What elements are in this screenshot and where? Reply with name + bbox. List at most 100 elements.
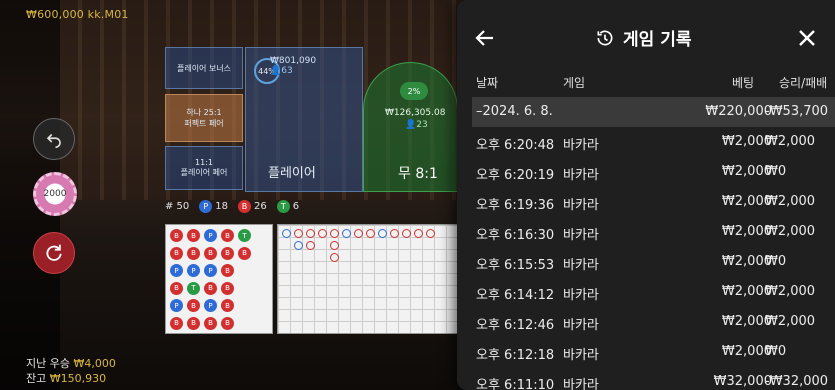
history-game: 바카라 — [563, 138, 599, 153]
bead-road-cell: B — [204, 316, 217, 330]
column-bet: 베팅 — [732, 76, 755, 90]
balance-row: 잔고 ₩150,930 — [26, 371, 116, 386]
bead-road-cell — [238, 299, 251, 312]
balance-value: ₩150,930 — [49, 372, 107, 385]
big-road[interactable] — [277, 224, 459, 334]
tie-wins-count: 6 — [292, 201, 300, 212]
repeat-button[interactable] — [33, 232, 75, 274]
bead-road-cell — [255, 264, 268, 277]
history-game: 바카라 — [563, 168, 599, 183]
history-game: 바카라 — [563, 228, 599, 243]
history-row[interactable]: 오후 6:19:36 바카라 ₩2,000 ₩2,000 — [472, 187, 835, 217]
history-winloss: ₩2,000 — [765, 134, 816, 149]
history-date: 오후 6:15:53 — [476, 258, 555, 273]
bet-odds: 11:1 — [195, 158, 213, 167]
bead-road-cell: B — [187, 316, 200, 330]
bet-player-pair[interactable]: 11:1 플레이어 페어 — [165, 146, 243, 190]
history-date-group-row[interactable]: –2024. 6. 8. ₩220,000 -₩53,700 — [472, 97, 835, 127]
big-road-mark — [330, 229, 339, 238]
player-label: 플레이어 — [268, 166, 316, 181]
big-road-mark — [342, 229, 351, 238]
bead-road-cell — [255, 317, 268, 330]
panel-title: 게임 기록 — [623, 30, 692, 50]
history-date: –2024. 6. 8. — [476, 104, 553, 119]
panel-header: 게임 기록 — [457, 22, 835, 54]
bet-perfect-pair[interactable]: 하나 25:1 퍼펙트 페어 — [165, 94, 243, 142]
player-count-row: 👤63 — [270, 66, 316, 76]
bead-road-cell: B — [187, 246, 200, 260]
bead-road-cell: B — [221, 246, 234, 260]
bead-road-cell: B — [238, 246, 251, 260]
player-amount: ₩801,090 — [270, 56, 317, 66]
player-wins: P 18 — [199, 200, 228, 213]
history-row[interactable]: 오후 6:20:48 바카라 ₩2,000 ₩2,000 — [472, 127, 835, 157]
history-date: 오후 6:20:19 — [476, 168, 555, 183]
bead-road-cell: B — [170, 281, 183, 295]
bead-road-cell: B — [221, 316, 234, 330]
history-game: 바카라 — [563, 258, 599, 273]
history-row[interactable]: 오후 6:11:10 바카라 ₩32,000 -₩32,000 — [472, 367, 835, 390]
history-row[interactable]: 오후 6:15:53 바카라 ₩2,000 ₩0 — [472, 247, 835, 277]
last-win-label: 지난 우승 — [26, 357, 70, 370]
big-road-mark — [354, 229, 363, 238]
history-winloss: ₩2,000 — [765, 224, 816, 239]
bead-road-cell: B — [187, 229, 200, 242]
history-winloss: -₩53,700 — [765, 104, 829, 119]
big-road-mark — [390, 229, 399, 238]
banker-wins: B 26 — [238, 200, 267, 213]
user-icon: 👤 — [405, 120, 417, 130]
column-winloss: 승리/패배 — [779, 76, 828, 90]
close-button[interactable] — [795, 26, 819, 50]
bead-road-cell — [255, 229, 268, 242]
history-row[interactable]: 오후 6:16:30 바카라 ₩2,000 ₩2,000 — [472, 217, 835, 247]
history-winloss: ₩0 — [765, 254, 787, 269]
bet-label: 퍼펙트 페어 — [184, 119, 224, 128]
history-row[interactable]: 오후 6:12:46 바카라 ₩2,000 ₩2,000 — [472, 307, 835, 337]
bead-road-cell: B — [221, 264, 234, 277]
bet-label: 플레이어 페어 — [180, 168, 228, 177]
bet-label: 플레이어 보너스 — [176, 63, 232, 73]
bead-road-cell — [238, 317, 251, 330]
history-game: 바카라 — [563, 348, 599, 363]
history-date: 오후 6:12:18 — [476, 348, 555, 363]
history-row[interactable]: 오후 6:20:19 바카라 ₩2,000 ₩0 — [472, 157, 835, 187]
game-history-panel: 게임 기록 날짜 게임 베팅 승리/패배 –2024. 6. 8. ₩220,00… — [457, 0, 835, 390]
bet-player-bonus[interactable]: 플레이어 보너스 — [165, 47, 243, 89]
bead-road[interactable]: BBPBTBBBBBPPPBBTBBPBPBBBBB — [165, 224, 273, 334]
history-date: 오후 6:19:36 — [476, 198, 555, 213]
total-rounds: # 50 — [165, 201, 190, 212]
bead-road-cell — [255, 299, 268, 312]
big-road-mark — [366, 229, 375, 238]
last-win-value: ₩4,000 — [73, 357, 116, 370]
road-stats: # 50 P 18 B 26 T6 — [165, 200, 299, 213]
bead-road-cell: P — [204, 264, 217, 277]
close-icon — [799, 30, 815, 46]
bead-road-cell: B — [170, 229, 183, 242]
top-balance: ₩600,000 kk.M01 — [26, 8, 129, 21]
bead-road-cell: B — [170, 316, 183, 330]
undo-icon — [46, 133, 61, 148]
history-game: 바카라 — [563, 288, 599, 303]
back-button[interactable] — [473, 26, 497, 50]
history-bet: ₩32,000 — [713, 374, 772, 389]
bead-road-cell: T — [238, 229, 251, 242]
undo-button[interactable] — [33, 118, 75, 160]
history-row[interactable]: 오후 6:12:18 바카라 ₩2,000 ₩0 — [472, 337, 835, 367]
tie-dot: T — [276, 200, 290, 213]
big-road-mark — [306, 241, 315, 250]
chip-selector[interactable]: 2000 — [33, 172, 77, 216]
panel-title-wrap: 게임 기록 — [595, 25, 691, 50]
history-winloss: ₩2,000 — [765, 194, 816, 209]
tie-count-row: 👤23 — [405, 120, 428, 130]
bead-road-cell: B — [187, 299, 200, 312]
big-road-mark — [330, 253, 339, 262]
bead-road-cell: P — [170, 299, 183, 312]
bead-road-cell — [238, 264, 251, 277]
history-row[interactable]: 오후 6:14:12 바카라 ₩2,000 ₩2,000 — [472, 277, 835, 307]
bead-road-cell — [255, 282, 268, 295]
big-road-mark — [330, 241, 339, 250]
banker-dot: B — [238, 200, 252, 213]
player-count: 63 — [281, 66, 293, 76]
history-date: 오후 6:14:12 — [476, 288, 555, 303]
history-game: 바카라 — [563, 198, 599, 213]
